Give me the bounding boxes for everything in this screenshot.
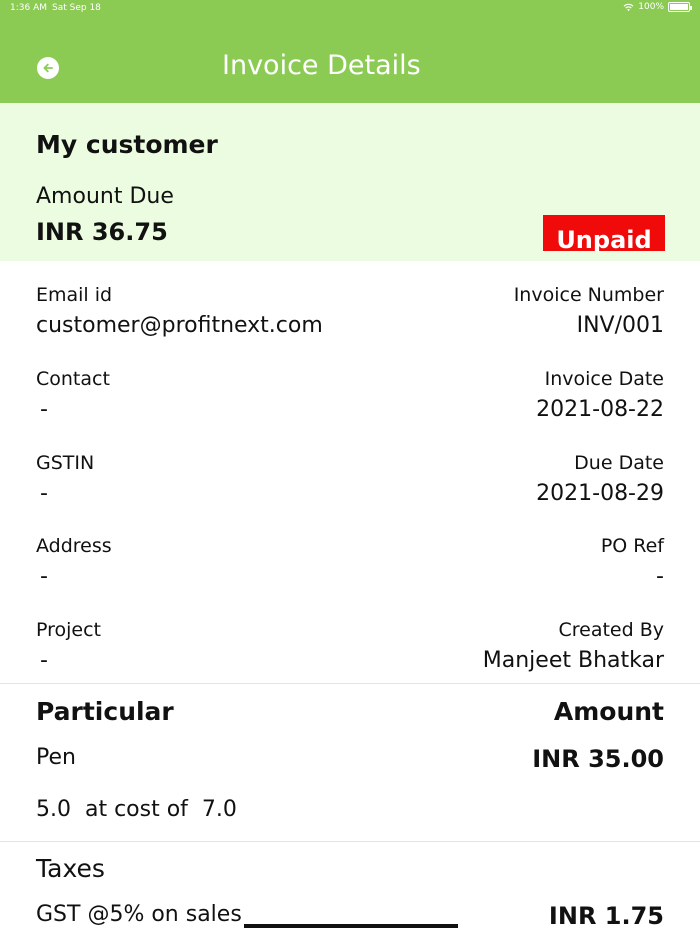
po-ref-label: PO Ref xyxy=(600,535,664,557)
battery-fill xyxy=(670,4,688,10)
back-button[interactable] xyxy=(37,57,59,79)
tax-label: GST @5% on sales xyxy=(36,902,242,927)
battery-icon xyxy=(668,2,692,12)
amount-due-label: Amount Due xyxy=(36,184,174,209)
status-bar: 1:36 AM Sat Sep 18 100% xyxy=(0,0,700,16)
invoice-date-label: Invoice Date xyxy=(544,368,664,390)
contact-value: - xyxy=(40,397,48,422)
po-ref-value: - xyxy=(656,564,664,589)
taxes-header: Taxes xyxy=(36,854,105,883)
status-date: Sat Sep 18 xyxy=(52,3,101,13)
customer-name: My customer xyxy=(36,130,218,159)
line-item-amount: INR 35.00 xyxy=(532,745,664,773)
gstin-label: GSTIN xyxy=(36,452,95,474)
invoice-summary: My customer Amount Due INR 36.75 Unpaid xyxy=(0,103,700,261)
app-bar: Invoice Details xyxy=(0,16,700,103)
battery-percent: 100% xyxy=(638,2,664,12)
page-title: Invoice Details xyxy=(222,50,421,81)
status-time: 1:36 AM xyxy=(10,3,47,13)
gstin-value: - xyxy=(40,481,48,506)
wifi-icon xyxy=(623,3,634,11)
tax-leader-line xyxy=(244,924,458,928)
tax-amount: INR 1.75 xyxy=(548,902,664,930)
back-arrow-icon xyxy=(43,63,53,73)
project-label: Project xyxy=(36,619,102,641)
invoice-number-value: INV/001 xyxy=(576,313,664,338)
due-date-value: 2021-08-29 xyxy=(536,481,664,506)
email-label: Email id xyxy=(36,284,113,306)
amount-header: Amount xyxy=(553,697,664,726)
email-value: customer@profitnext.com xyxy=(36,313,323,338)
status-right: 100% xyxy=(623,2,692,12)
amount-due-value: INR 36.75 xyxy=(36,218,168,246)
contact-label: Contact xyxy=(36,368,110,390)
divider xyxy=(0,841,700,842)
invoice-number-label: Invoice Number xyxy=(513,284,664,306)
project-value: - xyxy=(40,648,48,673)
address-label: Address xyxy=(36,535,112,557)
created-by-label: Created By xyxy=(558,619,664,641)
divider xyxy=(0,683,700,684)
line-item-name: Pen xyxy=(36,745,76,770)
line-item-quantity: 5.0 at cost of 7.0 xyxy=(36,797,237,822)
address-value: - xyxy=(40,564,48,589)
due-date-label: Due Date xyxy=(574,452,664,474)
invoice-date-value: 2021-08-22 xyxy=(536,397,664,422)
particular-header: Particular xyxy=(36,697,174,726)
created-by-value: Manjeet Bhatkar xyxy=(482,648,664,673)
status-badge: Unpaid xyxy=(543,215,665,251)
